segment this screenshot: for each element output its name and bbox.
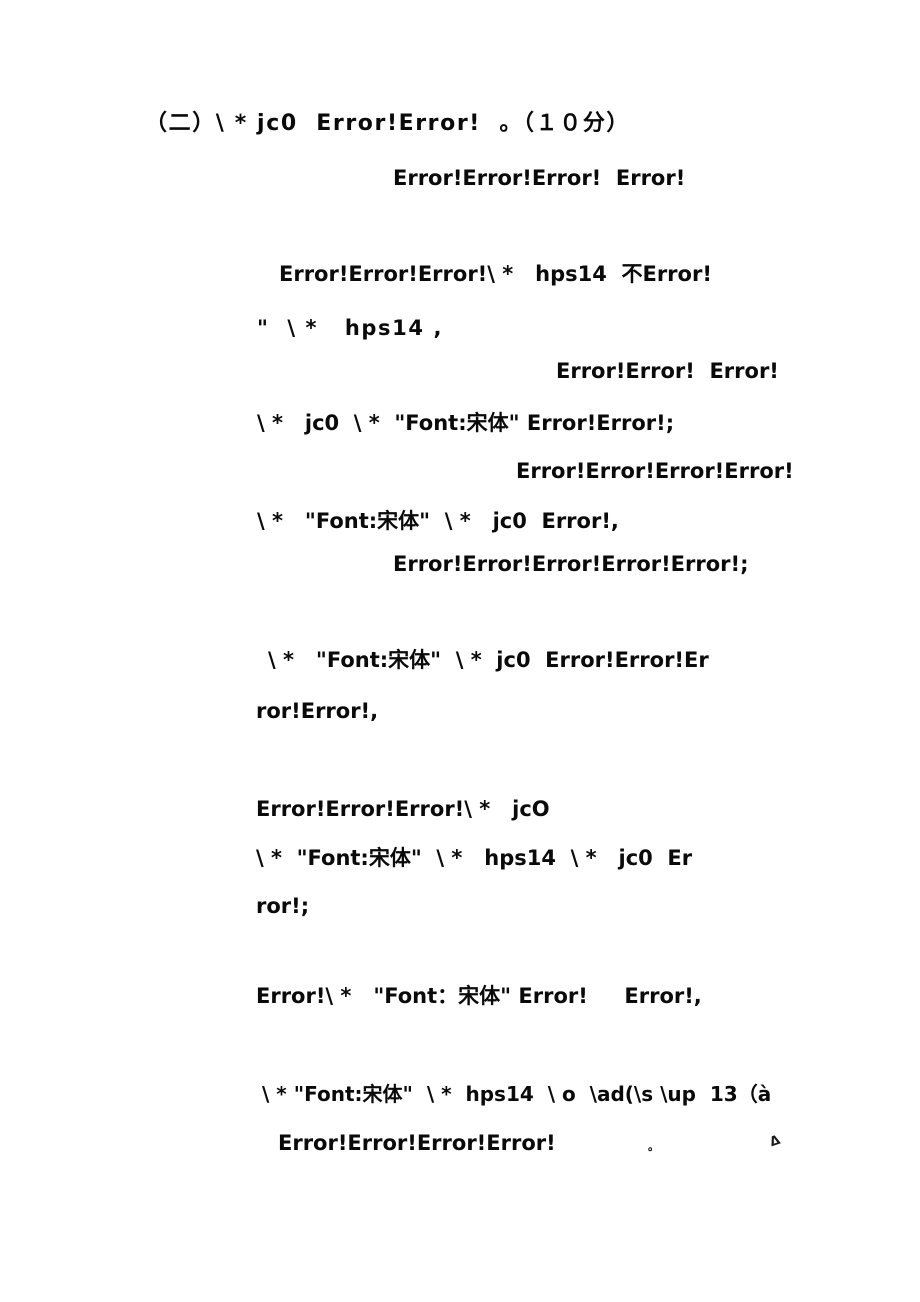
- document-line: Error!Error!Error!\ * hps14 不Error!: [279, 262, 712, 286]
- document-line: \ * "Font:宋体" \ * jc0 Error!,: [257, 509, 619, 533]
- document-line: Error!Error!Error!Error!Error!;: [393, 552, 749, 576]
- document-line-clipped: \ * "Font:宋体" \ * hps14 \ o \ad(\s \up 1…: [262, 1082, 772, 1106]
- document-line: \ * jc0 \ * "Font:宋体" Error!Error!;: [257, 411, 675, 435]
- document-line: ror!;: [256, 894, 310, 918]
- document-line: " \ * hps14 ,: [257, 316, 444, 340]
- document-line: Error!\ * "Font：宋体" Error! Error!,: [256, 984, 702, 1008]
- document-line: Error!Error!Error!Error!: [516, 459, 794, 483]
- document-line: Error!Error!Error!Error!: [278, 1131, 556, 1155]
- document-line: Error!Error! Error!: [556, 359, 779, 383]
- document-line: \ * "Font:宋体" \ * jc0 Error!Error!Er: [268, 648, 709, 672]
- document-line: ror!Error!,: [256, 699, 379, 723]
- document-line-heading: （二）\ * jc0 Error!Error! 。（１０分）: [145, 111, 631, 136]
- ink-speck-artifact: ᐃ: [767, 1132, 783, 1151]
- document-line: \ * "Font:宋体" \ * hps14 \ * jc0 Er: [256, 846, 693, 870]
- document-period-mark: 。: [648, 1140, 659, 1153]
- document-line: Error!Error!Error! Error!: [393, 166, 686, 190]
- document-page: （二）\ * jc0 Error!Error! 。（１０分） Error!Err…: [0, 0, 920, 1302]
- document-line: Error!Error!Error!\ * jcO: [256, 797, 550, 821]
